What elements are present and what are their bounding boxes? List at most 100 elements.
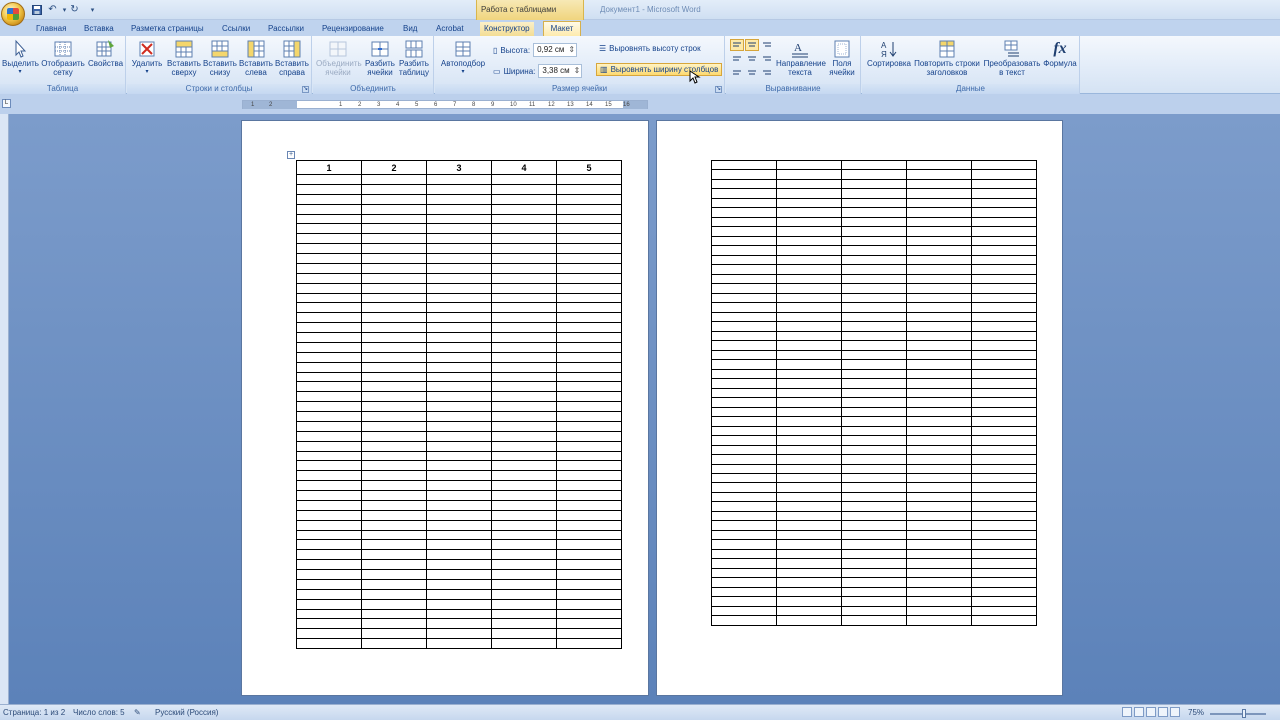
table-cell[interactable] [711,501,777,512]
table-cell[interactable] [296,470,362,482]
table-cell[interactable] [906,435,972,446]
table-cell[interactable] [296,302,362,314]
table-row[interactable] [296,332,622,343]
table-header-cell[interactable]: 5 [556,160,622,175]
table-cell[interactable] [361,193,427,205]
table-cell[interactable] [556,569,622,580]
table-row[interactable] [296,628,622,640]
table-cell[interactable] [841,605,907,617]
table-page-2[interactable] [711,159,1037,626]
table-cell[interactable] [296,174,362,185]
table-row[interactable] [711,558,1037,569]
table-cell[interactable] [776,425,842,437]
table-cell[interactable] [906,529,972,541]
table-cell[interactable] [841,216,907,228]
table-row[interactable] [711,539,1037,550]
table-cell[interactable] [296,618,362,630]
table-cell[interactable] [296,401,362,412]
table-row[interactable] [711,216,1037,228]
horizontal-ruler[interactable]: 1 2 1 2 3 4 5 6 7 8 9 10 11 12 13 14 15 … [242,100,648,109]
table-cell[interactable] [711,264,777,275]
table-cell[interactable] [711,491,777,503]
save-icon[interactable] [30,3,43,16]
table-row[interactable] [296,450,622,462]
table-cell[interactable] [841,188,907,199]
table-cell[interactable] [426,322,492,333]
insert-below-button[interactable]: Вставить снизу [203,39,237,77]
table-cell[interactable] [556,588,622,600]
table-cell[interactable] [556,253,622,264]
table-cell[interactable] [556,411,622,422]
table-cell[interactable] [491,519,557,531]
table-cell[interactable] [296,233,362,245]
table-cell[interactable] [556,243,622,254]
table-cell[interactable] [296,381,362,393]
table-cell[interactable] [841,264,907,275]
table-cell[interactable] [971,359,1037,370]
table-cell[interactable] [491,628,557,640]
table-row[interactable] [296,618,622,630]
table-cell[interactable] [361,420,427,432]
table-cell[interactable] [841,292,907,304]
table-cell[interactable] [556,470,622,482]
table-row[interactable] [711,159,1037,171]
table-cell[interactable] [426,401,492,412]
table-cell[interactable] [906,178,972,190]
table-cell[interactable] [361,292,427,304]
table-cell[interactable] [711,472,777,484]
rows-columns-launcher-icon[interactable]: ↘ [302,86,309,93]
table-cell[interactable] [556,371,622,383]
table-cell[interactable] [711,539,777,550]
table-cell[interactable] [361,213,427,225]
table-cell[interactable] [361,351,427,363]
table-cell[interactable] [711,510,777,522]
table-cell[interactable] [841,302,907,313]
table-cell[interactable] [556,480,622,491]
table-cell[interactable] [906,169,972,180]
table-cell[interactable] [426,183,492,195]
table-cell[interactable] [556,460,622,472]
table-cell[interactable] [776,311,842,323]
table-row[interactable] [711,397,1037,408]
table-cell[interactable] [426,351,492,363]
table-cell[interactable] [971,406,1037,418]
table-cell[interactable] [776,340,842,351]
table-row[interactable] [711,567,1037,579]
table-cell[interactable] [361,183,427,195]
table-cell[interactable] [556,302,622,314]
table-cell[interactable] [776,378,842,389]
table-page-1[interactable]: 12345 [296,160,622,649]
table-cell[interactable] [426,371,492,383]
tab-acrobat[interactable]: Acrobat [432,22,468,36]
table-cell[interactable] [971,311,1037,323]
distribute-rows-button[interactable]: ☰ Выровнять высоту строк [599,44,701,53]
table-row[interactable] [296,529,622,541]
table-cell[interactable] [491,193,557,205]
table-cell[interactable] [296,578,362,590]
tab-design[interactable]: Конструктор [480,22,534,36]
table-cell[interactable] [841,359,907,370]
autofit-button[interactable]: Автоподбор ▾ [438,39,488,77]
table-cell[interactable] [556,322,622,333]
table-cell[interactable] [776,159,842,171]
zoom-level[interactable]: 75% [1188,708,1204,717]
table-cell[interactable] [841,529,907,541]
table-row[interactable] [711,283,1037,294]
table-row[interactable] [296,174,622,185]
table-cell[interactable] [711,558,777,569]
table-cell[interactable] [711,359,777,370]
table-cell[interactable] [296,243,362,254]
table-cell[interactable] [906,387,972,399]
table-cell[interactable] [296,480,362,491]
table-cell[interactable] [776,548,842,560]
table-cell[interactable] [906,245,972,256]
table-cell[interactable] [906,235,972,247]
table-cell[interactable] [776,359,842,370]
table-row[interactable] [711,188,1037,199]
table-cell[interactable] [776,453,842,465]
table-cell[interactable] [776,397,842,408]
table-cell[interactable] [906,539,972,550]
table-cell[interactable] [776,406,842,418]
table-cell[interactable] [841,178,907,190]
table-cell[interactable] [426,529,492,541]
